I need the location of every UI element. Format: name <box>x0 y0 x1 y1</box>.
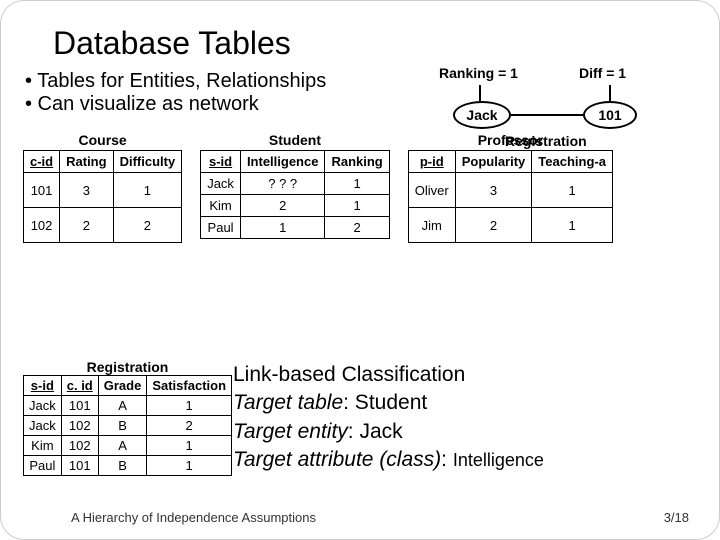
line-3: Target entity: Jack <box>233 418 544 446</box>
table-row: Kim 2 1 <box>201 195 390 217</box>
student-h1: s-id <box>201 151 241 173</box>
edge-label: Registration <box>505 133 587 149</box>
footer-right: 3/18 <box>664 510 689 525</box>
table-row: Paul 1 2 <box>201 217 390 239</box>
course-h2: Rating <box>60 151 113 173</box>
table-row: Jack ? ? ? 1 <box>201 173 390 195</box>
course-table-wrap: Course c-id Rating Difficulty 101 3 1 10… <box>23 132 182 243</box>
node-jack: Jack <box>453 101 511 129</box>
course-table: c-id Rating Difficulty 101 3 1 102 2 2 <box>23 150 182 243</box>
reg-h3: Grade <box>98 376 147 396</box>
student-table: s-id Intelligence Ranking Jack ? ? ? 1 K… <box>200 150 390 239</box>
node-101: 101 <box>583 101 637 129</box>
tick-right <box>609 85 611 101</box>
course-title: Course <box>23 132 182 148</box>
line-1: Link-based Classification <box>233 361 544 389</box>
registration-table: s-id c. id Grade Satisfaction Jack 101 A… <box>23 375 232 476</box>
diff-label: Diff = 1 <box>579 65 626 81</box>
table-row: c-id Rating Difficulty <box>24 151 182 173</box>
table-row: Oliver 3 1 <box>408 173 612 208</box>
student-h2: Intelligence <box>240 151 325 173</box>
registration-table-wrap: Registration s-id c. id Grade Satisfacti… <box>23 359 232 476</box>
line-2: Target table: Student <box>233 389 544 417</box>
network-diagram: Ranking = 1 Diff = 1 Jack 101 Registrati… <box>449 69 689 169</box>
table-row: Paul 101 B 1 <box>24 456 232 476</box>
reg-h1: s-id <box>24 376 62 396</box>
student-table-wrap: Student s-id Intelligence Ranking Jack ?… <box>200 132 390 239</box>
course-h3: Difficulty <box>113 151 182 173</box>
table-row: s-id Intelligence Ranking <box>201 151 390 173</box>
table-row: 102 2 2 <box>24 208 182 243</box>
body-text: Link-based Classification Target table: … <box>233 361 544 474</box>
table-row: Jack 101 A 1 <box>24 396 232 416</box>
table-row: 101 3 1 <box>24 173 182 208</box>
table-row: s-id c. id Grade Satisfaction <box>24 376 232 396</box>
student-h3: Ranking <box>325 151 389 173</box>
reg-h4: Satisfaction <box>147 376 232 396</box>
ranking-label: Ranking = 1 <box>439 65 518 81</box>
tick-left <box>479 85 481 101</box>
line-4: Target attribute (class): Intelligence <box>233 446 544 474</box>
slide-title: Database Tables <box>53 25 697 62</box>
student-title: Student <box>200 132 390 148</box>
edge-line <box>511 114 583 116</box>
table-row: Jack 102 B 2 <box>24 416 232 436</box>
course-h1: c-id <box>24 151 60 173</box>
footer-left: A Hierarchy of Independence Assumptions <box>71 510 316 525</box>
table-row: Kim 102 A 1 <box>24 436 232 456</box>
registration-title: Registration <box>23 359 232 375</box>
table-row: Jim 2 1 <box>408 208 612 243</box>
reg-h2: c. id <box>61 376 98 396</box>
